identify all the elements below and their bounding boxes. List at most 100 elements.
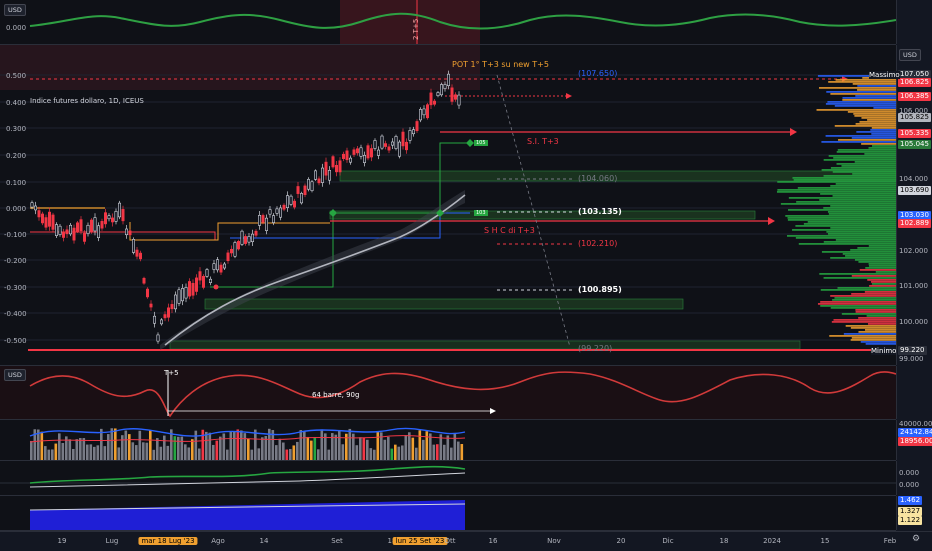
volume-profile-bar <box>864 291 896 293</box>
level-99220[interactable]: (99.220) <box>578 344 612 353</box>
volume-profile-bar <box>823 277 896 279</box>
bottom-axis[interactable]: 1.462 1.327 1.122 <box>896 496 932 530</box>
main-chart-canvas[interactable] <box>0 45 896 365</box>
shc-annotation[interactable]: S H C di T+3 <box>484 226 535 235</box>
green-box-103[interactable]: 103 <box>474 210 488 216</box>
time-axis[interactable]: 19 Lug mar 18 Lug '23 Ago 14 Set 18 lun 25 Set … <box>0 531 932 551</box>
candle-body <box>320 167 324 183</box>
currency-badge[interactable]: USD <box>4 4 26 16</box>
left-axis-label: 0.500 <box>6 72 27 80</box>
volume-bar <box>75 439 79 460</box>
volume-profile-bar <box>823 175 896 177</box>
top-price-axis[interactable] <box>896 0 932 44</box>
candle-body <box>72 227 76 241</box>
volume-profile-bar <box>871 281 896 283</box>
volume-profile-bar <box>867 119 896 121</box>
candle-body <box>184 287 188 299</box>
volume-bar <box>233 431 236 460</box>
candle-body <box>167 307 171 318</box>
candle-body <box>177 289 181 304</box>
price-tag: 106.385 <box>898 92 931 101</box>
volume-bar <box>163 435 166 460</box>
volume-bar <box>240 430 243 460</box>
volume-bar <box>383 439 387 460</box>
volume-profile-bar <box>827 211 896 213</box>
candle-body <box>352 149 356 155</box>
top-oscillator-panel[interactable]: USD 0.000 2 T+5 <box>0 0 896 45</box>
oscillator-panel[interactable] <box>0 461 896 496</box>
cycle-axis[interactable] <box>896 366 932 419</box>
currency-badge[interactable]: USD <box>4 369 26 381</box>
level-103135[interactable]: (103.135) <box>578 207 622 216</box>
level-107650[interactable]: (107.650) <box>578 69 617 78</box>
green-box-105[interactable]: 105 <box>474 140 488 146</box>
candle-body <box>355 148 359 154</box>
time-tick: Lug <box>105 537 119 545</box>
volume-profile-bar <box>821 169 896 171</box>
time-tick: 20 <box>616 537 626 545</box>
price-axis-label: 104.000 <box>899 175 928 183</box>
candle-body <box>121 209 125 222</box>
volume-profile-bar <box>871 133 896 135</box>
candle-body <box>142 277 146 284</box>
cycle-panel[interactable]: USD T+5 64 barre, 90g <box>0 366 896 420</box>
candle-body <box>411 129 415 135</box>
time-tick: 19 <box>57 537 67 545</box>
volume-profile-bar <box>859 269 896 271</box>
price-tag-min: 99.220 <box>898 346 927 355</box>
candle-body <box>313 170 317 180</box>
volume-profile-bar <box>854 161 896 163</box>
volume-profile-bar <box>827 233 896 235</box>
candle-body <box>450 87 454 102</box>
volume-bar <box>89 444 93 460</box>
volume-profile-bar <box>870 129 896 131</box>
volume-bar <box>40 431 44 460</box>
volume-profile-bar <box>780 203 896 205</box>
volume-bar <box>226 449 229 460</box>
candle-body <box>44 217 48 228</box>
main-price-axis[interactable]: USD 106.000 104.000 102.000 101.000 100.… <box>896 45 932 365</box>
volume-profile-bar <box>872 145 896 147</box>
si-annotation[interactable]: S.I. T+3 <box>527 137 559 146</box>
volume-profile-bar <box>854 115 896 117</box>
currency-badge[interactable]: USD <box>899 49 921 61</box>
candle-body <box>104 212 108 225</box>
volume-profile-bar <box>841 165 896 167</box>
level-100895[interactable]: (100.895) <box>578 285 622 294</box>
time-tick: lun 25 Set '23 <box>392 537 448 545</box>
volume-axis[interactable]: 40000.000 24142.845 18956.000 <box>896 420 932 460</box>
volume-panel[interactable] <box>0 420 896 461</box>
volume-profile-bar <box>832 171 896 173</box>
volume-profile-bar <box>820 305 896 307</box>
pot-annotation[interactable]: POT 1° T+3 su new T+5 <box>452 60 549 69</box>
oscillator-axis[interactable]: 0.000 0.000 <box>896 461 932 495</box>
volume-bar <box>348 428 352 460</box>
time-tick: 15 <box>820 537 830 545</box>
volume-bar <box>355 445 359 460</box>
candle-body <box>125 228 129 236</box>
time-tick: 16 <box>488 537 498 545</box>
candle-body <box>390 141 394 146</box>
settings-gear-icon[interactable]: ⚙ <box>912 534 920 544</box>
volume-bar <box>198 448 201 460</box>
volume-profile-bar <box>867 279 896 281</box>
time-tick: Feb <box>883 537 897 545</box>
volume-profile-bar <box>861 117 896 119</box>
main-chart-panel[interactable]: Indice futures dollaro, 1D, ICEUS 0.500 … <box>0 45 896 366</box>
symbol-title[interactable]: Indice futures dollaro, 1D, ICEUS <box>30 97 144 105</box>
candle-body <box>86 224 90 234</box>
bottom-indicator-panel[interactable] <box>0 496 896 531</box>
volume-profile-bar <box>798 243 896 245</box>
bottom-tag: 1.122 <box>898 516 923 525</box>
volume-profile-bar <box>830 185 896 187</box>
volume-profile-bar <box>825 135 896 137</box>
volume-profile-bar <box>823 207 896 209</box>
volume-bar <box>366 439 369 460</box>
volume-profile-bar <box>860 341 896 343</box>
candle-body <box>373 140 377 149</box>
volume-profile-bar <box>792 229 896 231</box>
volume-profile-bar <box>850 327 896 329</box>
level-102210[interactable]: (102.210) <box>578 239 617 248</box>
volume-bar <box>373 449 376 460</box>
level-104060[interactable]: (104.060) <box>578 174 617 183</box>
